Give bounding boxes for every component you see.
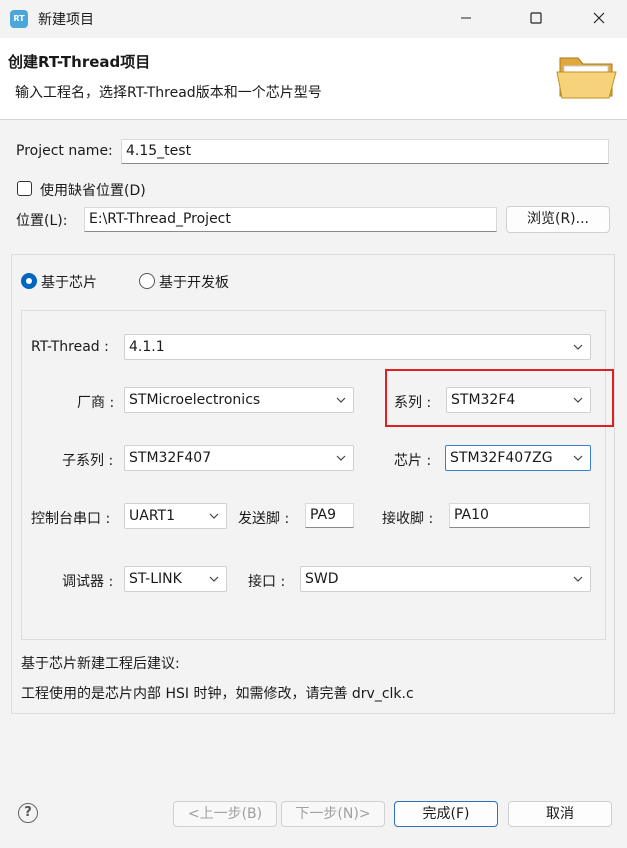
use-default-location-checkbox[interactable] <box>17 181 32 196</box>
project-name-label: Project name: <box>16 143 113 159</box>
series-value: STM32F4 <box>451 392 516 408</box>
console-uart-label: 控制台串口 : <box>31 511 111 527</box>
back-button[interactable]: <上一步(B) <box>173 801 277 827</box>
interface-value: SWD <box>305 571 339 587</box>
console-uart-select[interactable]: UART1 <box>124 503 227 529</box>
rx-pin-label: 接收脚 : <box>382 511 434 527</box>
tx-pin-label: 发送脚 : <box>238 511 290 527</box>
tx-pin-input[interactable]: PA9 <box>305 503 354 528</box>
console-uart-value: UART1 <box>129 508 175 524</box>
rx-pin-input[interactable]: PA10 <box>449 503 590 528</box>
chip-radio[interactable] <box>21 273 37 289</box>
subseries-value: STM32F407 <box>129 450 212 466</box>
chevron-down-icon <box>209 576 219 582</box>
chevron-down-icon <box>573 455 583 461</box>
series-select[interactable]: STM32F4 <box>446 387 591 413</box>
close-icon[interactable] <box>576 0 622 38</box>
debugger-label: 调试器 : <box>62 574 114 590</box>
browse-button[interactable]: 浏览(R)... <box>506 206 610 233</box>
cancel-button[interactable]: 取消 <box>508 801 612 827</box>
finish-button[interactable]: 完成(F) <box>394 801 498 827</box>
next-button[interactable]: 下一步(N)> <box>281 801 385 827</box>
vendor-value: STMicroelectronics <box>129 392 261 408</box>
chevron-down-icon <box>209 513 219 519</box>
advice-title: 基于芯片新建工程后建议: <box>21 656 180 672</box>
help-icon[interactable]: ? <box>18 803 38 823</box>
board-radio[interactable] <box>139 273 155 289</box>
chevron-down-icon <box>573 576 583 582</box>
chevron-down-icon <box>573 397 583 403</box>
subseries-select[interactable]: STM32F407 <box>124 445 354 471</box>
window-title: 新建项目 <box>38 12 94 28</box>
rt-thread-app-icon: RT <box>10 10 28 28</box>
folder-icon <box>554 46 622 104</box>
page-subtitle: 输入工程名，选择RT-Thread版本和一个芯片型号 <box>15 85 322 101</box>
series-label: 系列 : <box>394 395 432 411</box>
advice-text: 工程使用的是芯片内部 HSI 时钟，如需修改，请完善 drv_clk.c <box>21 686 414 702</box>
project-name-input[interactable]: 4.15_test <box>121 139 609 164</box>
debugger-select[interactable]: ST-LINK <box>124 566 227 592</box>
rtthread-version-label: RT-Thread : <box>31 339 109 355</box>
chip-label: 芯片 : <box>394 453 432 469</box>
chip-radio-label: 基于芯片 <box>41 275 97 291</box>
interface-select[interactable]: SWD <box>300 566 591 592</box>
use-default-location-label: 使用缺省位置(D) <box>40 183 146 199</box>
rtthread-version-select[interactable]: 4.1.1 <box>124 334 591 360</box>
location-label: 位置(L): <box>16 213 68 229</box>
interface-label: 接口 : <box>248 574 286 590</box>
debugger-value: ST-LINK <box>129 571 182 587</box>
board-radio-label: 基于开发板 <box>159 275 229 291</box>
chip-select[interactable]: STM32F407ZG <box>445 445 591 471</box>
maximize-icon[interactable] <box>513 0 559 38</box>
subseries-label: 子系列 : <box>62 453 114 469</box>
minimize-icon[interactable] <box>443 0 489 38</box>
chip-value: STM32F407ZG <box>450 450 553 466</box>
chevron-down-icon <box>336 455 346 461</box>
vendor-label: 厂商 : <box>77 395 115 411</box>
rtthread-version-value: 4.1.1 <box>129 339 165 355</box>
location-input[interactable]: E:\RT-Thread_Project <box>84 207 497 232</box>
chevron-down-icon <box>336 397 346 403</box>
chevron-down-icon <box>573 344 583 350</box>
page-title: 创建RT-Thread项目 <box>8 53 151 71</box>
vendor-select[interactable]: STMicroelectronics <box>124 387 354 413</box>
